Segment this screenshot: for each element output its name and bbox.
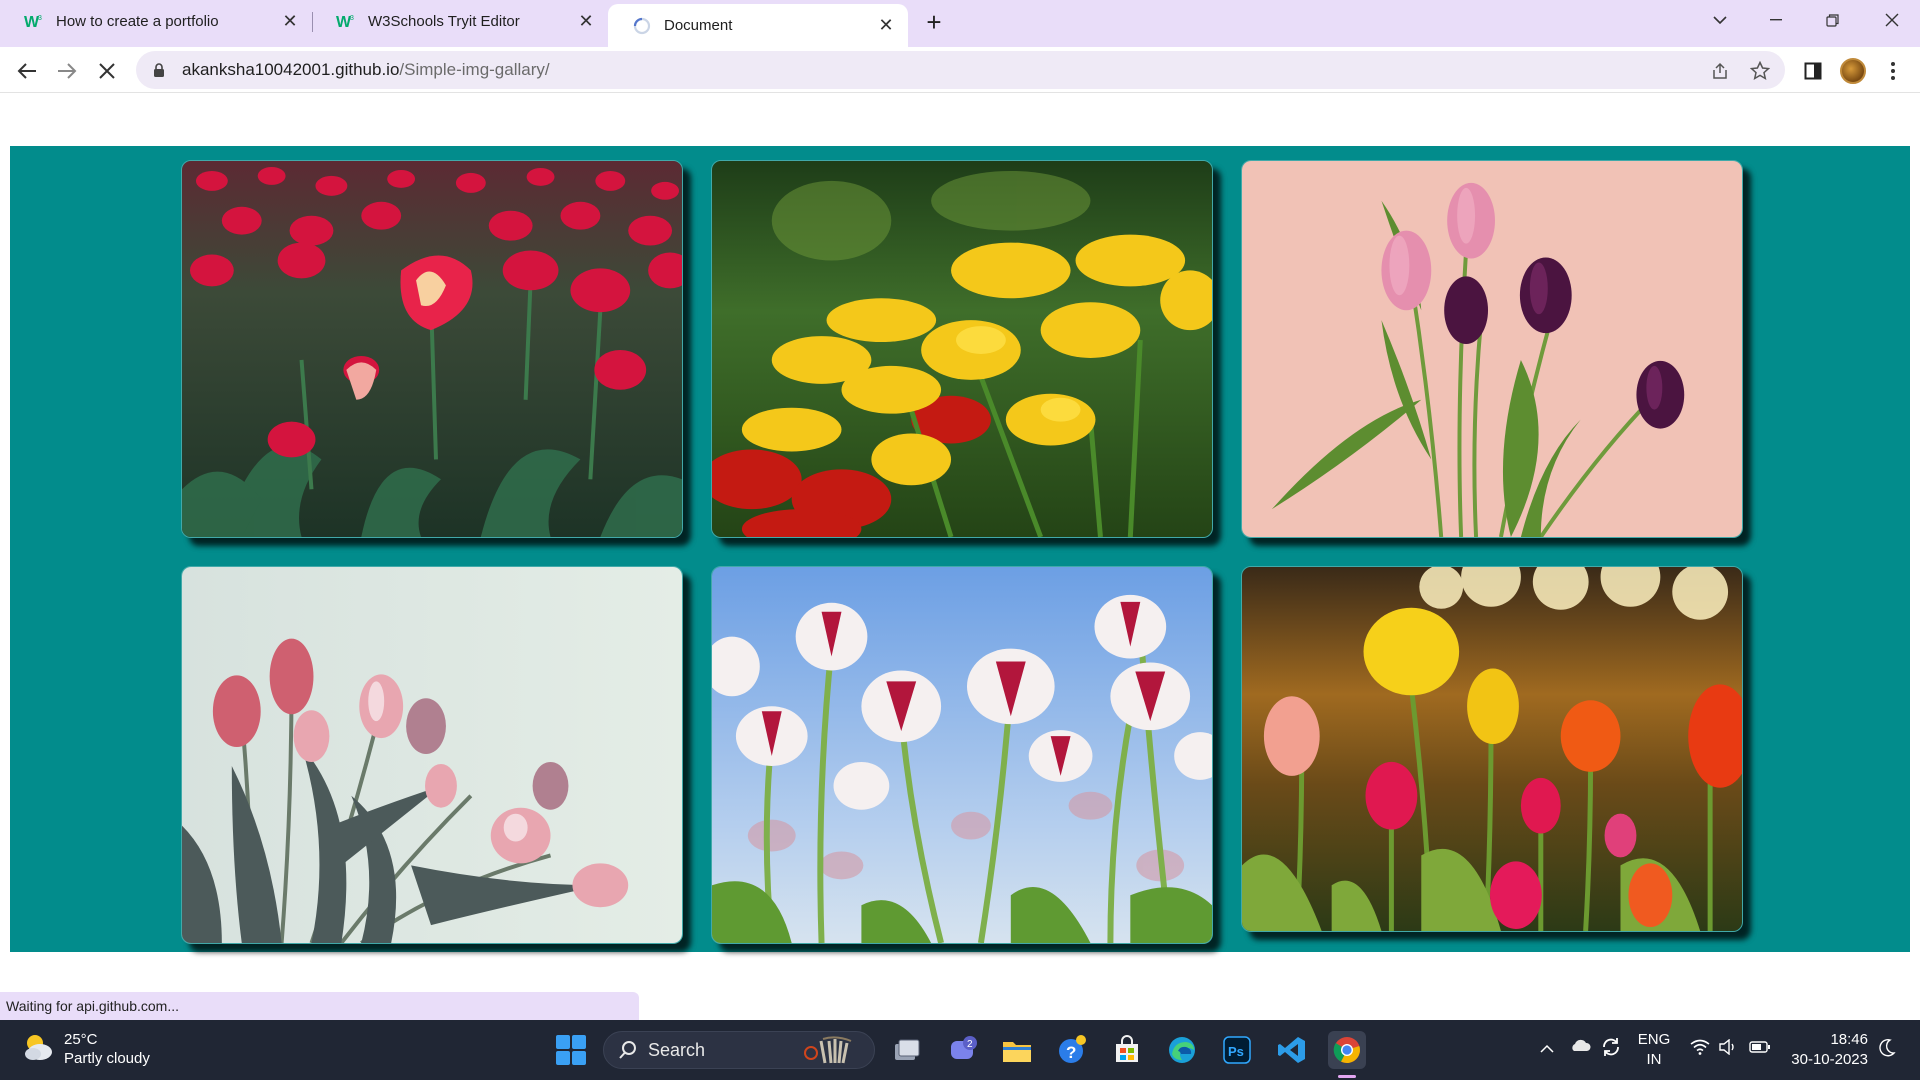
chat-badge-count: 2: [967, 1039, 973, 1050]
tulip-field-image: [182, 161, 682, 537]
share-icon[interactable]: [1707, 58, 1733, 84]
profile-avatar[interactable]: [1836, 54, 1870, 88]
teams-chat-icon[interactable]: 2: [944, 1031, 982, 1069]
search-highlight-icon: [801, 1035, 861, 1065]
bookmark-star-icon[interactable]: [1747, 58, 1773, 84]
language-indicator[interactable]: ENG IN: [1636, 1030, 1672, 1070]
sky-tulips-image: [712, 567, 1212, 943]
image-gallery: [10, 146, 1910, 952]
sunset-tulips-image: [1242, 567, 1742, 931]
start-button[interactable]: [556, 1035, 586, 1065]
weather-condition: Partly cloudy: [64, 1050, 150, 1067]
gallery-image-tulips-blue-sky[interactable]: [711, 566, 1213, 944]
search-label: Search: [648, 1039, 706, 1060]
svg-text:3: 3: [350, 15, 354, 22]
tab-tryit-editor[interactable]: W3 W3Schools Tryit Editor ✕: [312, 0, 608, 42]
clock-date: 30-10-2023: [1791, 1051, 1868, 1068]
get-help-icon[interactable]: ?: [1053, 1031, 1091, 1069]
loading-icon: [632, 16, 652, 36]
pale-tulips-image: [182, 567, 682, 943]
svg-text:?: ?: [1066, 1043, 1076, 1062]
taskbar-search[interactable]: Search: [603, 1031, 875, 1069]
gallery-image-pale-pink-tulips[interactable]: [181, 566, 683, 944]
tab-title: Document: [664, 17, 733, 34]
minimize-button[interactable]: [1748, 0, 1804, 40]
clock-time: 18:46: [1830, 1031, 1868, 1048]
gallery-image-sunset-tulips[interactable]: [1241, 566, 1743, 932]
tab-document[interactable]: Document ✕: [608, 4, 908, 47]
menu-icon[interactable]: [1876, 54, 1910, 88]
pink-purple-tulips-image: [1242, 161, 1742, 537]
forward-button[interactable]: [50, 54, 84, 88]
loading-status: Waiting for api.github.com...: [0, 992, 639, 1020]
chrome-icon[interactable]: [1328, 1031, 1366, 1069]
microsoft-store-icon[interactable]: [1108, 1031, 1146, 1069]
task-view-icon[interactable]: [888, 1031, 926, 1069]
url-text: akanksha10042001.github.io/Simple-img-ga…: [182, 60, 550, 80]
avatar: [1840, 58, 1866, 84]
w3schools-icon: W3: [336, 11, 356, 31]
url-domain: akanksha10042001.github.io: [182, 60, 400, 79]
search-icon: [618, 1040, 638, 1060]
tab-title: W3Schools Tryit Editor: [368, 12, 520, 30]
active-app-indicator: [1338, 1075, 1356, 1078]
page-content: [0, 94, 1920, 1022]
language-code: ENG: [1637, 1031, 1671, 1048]
tab-search-icon[interactable]: [1692, 0, 1748, 40]
gallery-image-pink-purple-tulips[interactable]: [1241, 160, 1743, 538]
gallery-image-red-tulip-field[interactable]: [181, 160, 683, 538]
tab-title: How to create a portfolio: [56, 12, 219, 30]
clock[interactable]: 18:46 30-10-2023: [1784, 1030, 1868, 1070]
lock-icon[interactable]: [152, 62, 166, 78]
gallery-image-yellow-tulips[interactable]: [711, 160, 1213, 538]
new-tab-button[interactable]: +: [918, 7, 950, 37]
side-panel-icon[interactable]: [1796, 54, 1830, 88]
svg-text:Ps: Ps: [1228, 1044, 1244, 1059]
windows-taskbar: 25°C Partly cloudy Search 2 ? Ps ENG IN …: [0, 1020, 1920, 1080]
sync-icon[interactable]: [1600, 1036, 1622, 1063]
restore-button[interactable]: [1804, 0, 1860, 40]
show-hidden-icons[interactable]: [1540, 1040, 1554, 1058]
tab-portfolio[interactable]: W3 How to create a portfolio ✕: [0, 0, 312, 42]
tab-strip: W3 How to create a portfolio ✕ W3 W3Scho…: [0, 0, 1920, 47]
weather-temp: 25°C: [64, 1031, 98, 1048]
close-tab-icon[interactable]: ✕: [874, 14, 898, 38]
volume-icon[interactable]: [1718, 1038, 1738, 1060]
stop-loading-button[interactable]: [90, 54, 124, 88]
url-path: /Simple-img-gallary/: [399, 60, 550, 79]
w3schools-icon: W3: [24, 11, 44, 31]
vscode-icon[interactable]: [1273, 1031, 1311, 1069]
weather-widget[interactable]: 25°C Partly cloudy: [22, 1030, 150, 1068]
battery-icon[interactable]: [1749, 1040, 1771, 1059]
back-button[interactable]: [10, 54, 44, 88]
file-explorer-icon[interactable]: [998, 1031, 1036, 1069]
browser-toolbar: akanksha10042001.github.io/Simple-img-ga…: [0, 47, 1920, 93]
windows-logo-icon: [556, 1035, 570, 1049]
partly-cloudy-icon: [22, 1032, 54, 1067]
language-region: IN: [1646, 1051, 1662, 1068]
wifi-icon[interactable]: [1690, 1039, 1710, 1060]
edge-browser-icon[interactable]: [1163, 1031, 1201, 1069]
do-not-disturb-icon[interactable]: [1878, 1038, 1896, 1063]
svg-text:3: 3: [38, 15, 42, 22]
photoshop-icon[interactable]: Ps: [1218, 1031, 1256, 1069]
yellow-tulips-image: [712, 161, 1212, 537]
onedrive-cloud-icon[interactable]: [1569, 1038, 1591, 1057]
close-tab-icon[interactable]: ✕: [278, 9, 302, 33]
address-bar[interactable]: akanksha10042001.github.io/Simple-img-ga…: [136, 51, 1785, 89]
close-window-button[interactable]: [1864, 0, 1920, 40]
close-tab-icon[interactable]: ✕: [574, 9, 598, 33]
